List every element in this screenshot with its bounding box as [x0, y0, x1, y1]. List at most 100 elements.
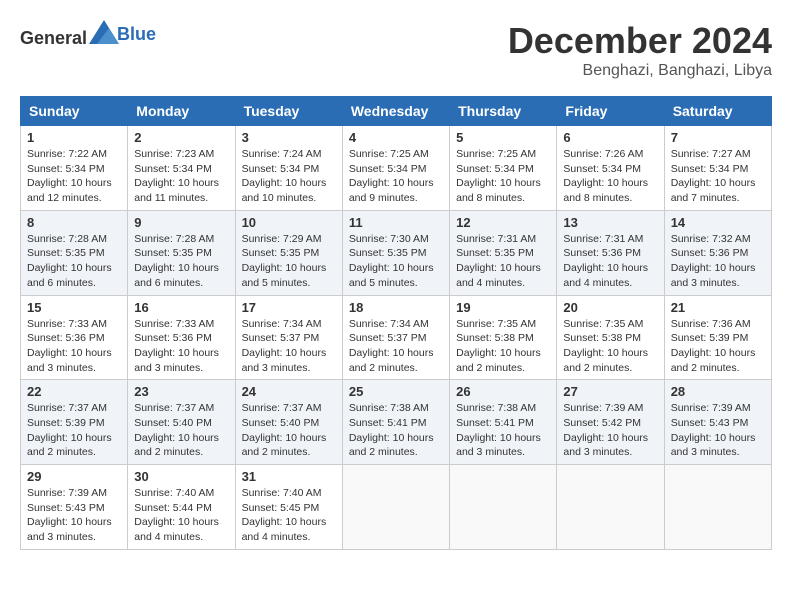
day-number: 19 — [456, 300, 550, 315]
calendar-day-cell — [450, 465, 557, 550]
day-info: Sunrise: 7:34 AMSunset: 5:37 PMDaylight:… — [242, 317, 336, 376]
calendar-day-cell: 1 Sunrise: 7:22 AMSunset: 5:34 PMDayligh… — [21, 126, 128, 211]
day-info: Sunrise: 7:23 AMSunset: 5:34 PMDaylight:… — [134, 147, 228, 206]
calendar-day-cell: 3 Sunrise: 7:24 AMSunset: 5:34 PMDayligh… — [235, 126, 342, 211]
day-number: 31 — [242, 469, 336, 484]
day-info: Sunrise: 7:32 AMSunset: 5:36 PMDaylight:… — [671, 232, 765, 291]
day-number: 28 — [671, 384, 765, 399]
day-info: Sunrise: 7:28 AMSunset: 5:35 PMDaylight:… — [134, 232, 228, 291]
weekday-header: Friday — [557, 97, 664, 126]
calendar-day-cell — [664, 465, 771, 550]
day-info: Sunrise: 7:40 AMSunset: 5:44 PMDaylight:… — [134, 486, 228, 545]
calendar-day-cell: 16 Sunrise: 7:33 AMSunset: 5:36 PMDaylig… — [128, 295, 235, 380]
day-number: 26 — [456, 384, 550, 399]
title-section: December 2024 Benghazi, Banghazi, Libya — [508, 20, 772, 80]
calendar-day-cell: 10 Sunrise: 7:29 AMSunset: 5:35 PMDaylig… — [235, 210, 342, 295]
day-number: 30 — [134, 469, 228, 484]
calendar-day-cell: 12 Sunrise: 7:31 AMSunset: 5:35 PMDaylig… — [450, 210, 557, 295]
day-number: 5 — [456, 130, 550, 145]
calendar-week-row: 8 Sunrise: 7:28 AMSunset: 5:35 PMDayligh… — [21, 210, 772, 295]
day-number: 18 — [349, 300, 443, 315]
day-info: Sunrise: 7:40 AMSunset: 5:45 PMDaylight:… — [242, 486, 336, 545]
calendar-day-cell: 30 Sunrise: 7:40 AMSunset: 5:44 PMDaylig… — [128, 465, 235, 550]
day-info: Sunrise: 7:35 AMSunset: 5:38 PMDaylight:… — [456, 317, 550, 376]
day-number: 1 — [27, 130, 121, 145]
day-info: Sunrise: 7:26 AMSunset: 5:34 PMDaylight:… — [563, 147, 657, 206]
calendar-header-row: SundayMondayTuesdayWednesdayThursdayFrid… — [21, 97, 772, 126]
day-info: Sunrise: 7:39 AMSunset: 5:43 PMDaylight:… — [27, 486, 121, 545]
day-number: 7 — [671, 130, 765, 145]
calendar-day-cell: 15 Sunrise: 7:33 AMSunset: 5:36 PMDaylig… — [21, 295, 128, 380]
weekday-header: Monday — [128, 97, 235, 126]
day-number: 12 — [456, 215, 550, 230]
logo: General Blue — [20, 20, 156, 49]
day-info: Sunrise: 7:22 AMSunset: 5:34 PMDaylight:… — [27, 147, 121, 206]
page-header: General Blue December 2024 Benghazi, Ban… — [20, 20, 772, 80]
day-number: 15 — [27, 300, 121, 315]
day-info: Sunrise: 7:37 AMSunset: 5:40 PMDaylight:… — [242, 401, 336, 460]
day-info: Sunrise: 7:38 AMSunset: 5:41 PMDaylight:… — [456, 401, 550, 460]
calendar-day-cell: 29 Sunrise: 7:39 AMSunset: 5:43 PMDaylig… — [21, 465, 128, 550]
calendar-week-row: 22 Sunrise: 7:37 AMSunset: 5:39 PMDaylig… — [21, 380, 772, 465]
day-number: 8 — [27, 215, 121, 230]
calendar-day-cell: 22 Sunrise: 7:37 AMSunset: 5:39 PMDaylig… — [21, 380, 128, 465]
day-number: 22 — [27, 384, 121, 399]
day-number: 11 — [349, 215, 443, 230]
weekday-header: Saturday — [664, 97, 771, 126]
day-info: Sunrise: 7:29 AMSunset: 5:35 PMDaylight:… — [242, 232, 336, 291]
calendar-day-cell: 14 Sunrise: 7:32 AMSunset: 5:36 PMDaylig… — [664, 210, 771, 295]
calendar-day-cell: 25 Sunrise: 7:38 AMSunset: 5:41 PMDaylig… — [342, 380, 449, 465]
calendar-day-cell: 9 Sunrise: 7:28 AMSunset: 5:35 PMDayligh… — [128, 210, 235, 295]
day-number: 23 — [134, 384, 228, 399]
calendar-week-row: 15 Sunrise: 7:33 AMSunset: 5:36 PMDaylig… — [21, 295, 772, 380]
day-info: Sunrise: 7:39 AMSunset: 5:43 PMDaylight:… — [671, 401, 765, 460]
calendar-day-cell: 28 Sunrise: 7:39 AMSunset: 5:43 PMDaylig… — [664, 380, 771, 465]
day-info: Sunrise: 7:39 AMSunset: 5:42 PMDaylight:… — [563, 401, 657, 460]
day-number: 3 — [242, 130, 336, 145]
calendar-week-row: 29 Sunrise: 7:39 AMSunset: 5:43 PMDaylig… — [21, 465, 772, 550]
logo-blue: Blue — [117, 24, 156, 45]
calendar-day-cell: 21 Sunrise: 7:36 AMSunset: 5:39 PMDaylig… — [664, 295, 771, 380]
weekday-header: Sunday — [21, 97, 128, 126]
calendar-day-cell: 7 Sunrise: 7:27 AMSunset: 5:34 PMDayligh… — [664, 126, 771, 211]
calendar-day-cell: 23 Sunrise: 7:37 AMSunset: 5:40 PMDaylig… — [128, 380, 235, 465]
calendar-day-cell — [342, 465, 449, 550]
calendar-day-cell: 19 Sunrise: 7:35 AMSunset: 5:38 PMDaylig… — [450, 295, 557, 380]
day-info: Sunrise: 7:38 AMSunset: 5:41 PMDaylight:… — [349, 401, 443, 460]
day-info: Sunrise: 7:37 AMSunset: 5:40 PMDaylight:… — [134, 401, 228, 460]
day-number: 16 — [134, 300, 228, 315]
calendar-day-cell: 6 Sunrise: 7:26 AMSunset: 5:34 PMDayligh… — [557, 126, 664, 211]
calendar-week-row: 1 Sunrise: 7:22 AMSunset: 5:34 PMDayligh… — [21, 126, 772, 211]
day-number: 20 — [563, 300, 657, 315]
calendar-day-cell: 11 Sunrise: 7:30 AMSunset: 5:35 PMDaylig… — [342, 210, 449, 295]
day-info: Sunrise: 7:27 AMSunset: 5:34 PMDaylight:… — [671, 147, 765, 206]
calendar-day-cell: 13 Sunrise: 7:31 AMSunset: 5:36 PMDaylig… — [557, 210, 664, 295]
weekday-header: Thursday — [450, 97, 557, 126]
location: Benghazi, Banghazi, Libya — [508, 62, 772, 80]
calendar-day-cell: 18 Sunrise: 7:34 AMSunset: 5:37 PMDaylig… — [342, 295, 449, 380]
day-info: Sunrise: 7:31 AMSunset: 5:35 PMDaylight:… — [456, 232, 550, 291]
calendar-day-cell: 24 Sunrise: 7:37 AMSunset: 5:40 PMDaylig… — [235, 380, 342, 465]
day-info: Sunrise: 7:24 AMSunset: 5:34 PMDaylight:… — [242, 147, 336, 206]
day-number: 25 — [349, 384, 443, 399]
day-number: 17 — [242, 300, 336, 315]
day-info: Sunrise: 7:36 AMSunset: 5:39 PMDaylight:… — [671, 317, 765, 376]
day-info: Sunrise: 7:25 AMSunset: 5:34 PMDaylight:… — [456, 147, 550, 206]
calendar-day-cell: 26 Sunrise: 7:38 AMSunset: 5:41 PMDaylig… — [450, 380, 557, 465]
logo-icon — [89, 20, 119, 44]
calendar-day-cell: 8 Sunrise: 7:28 AMSunset: 5:35 PMDayligh… — [21, 210, 128, 295]
day-info: Sunrise: 7:33 AMSunset: 5:36 PMDaylight:… — [134, 317, 228, 376]
day-number: 21 — [671, 300, 765, 315]
day-info: Sunrise: 7:34 AMSunset: 5:37 PMDaylight:… — [349, 317, 443, 376]
weekday-header: Wednesday — [342, 97, 449, 126]
calendar-day-cell: 31 Sunrise: 7:40 AMSunset: 5:45 PMDaylig… — [235, 465, 342, 550]
calendar-day-cell: 17 Sunrise: 7:34 AMSunset: 5:37 PMDaylig… — [235, 295, 342, 380]
calendar-day-cell: 20 Sunrise: 7:35 AMSunset: 5:38 PMDaylig… — [557, 295, 664, 380]
day-info: Sunrise: 7:37 AMSunset: 5:39 PMDaylight:… — [27, 401, 121, 460]
day-info: Sunrise: 7:28 AMSunset: 5:35 PMDaylight:… — [27, 232, 121, 291]
day-info: Sunrise: 7:25 AMSunset: 5:34 PMDaylight:… — [349, 147, 443, 206]
day-number: 27 — [563, 384, 657, 399]
day-number: 13 — [563, 215, 657, 230]
day-info: Sunrise: 7:30 AMSunset: 5:35 PMDaylight:… — [349, 232, 443, 291]
day-number: 29 — [27, 469, 121, 484]
